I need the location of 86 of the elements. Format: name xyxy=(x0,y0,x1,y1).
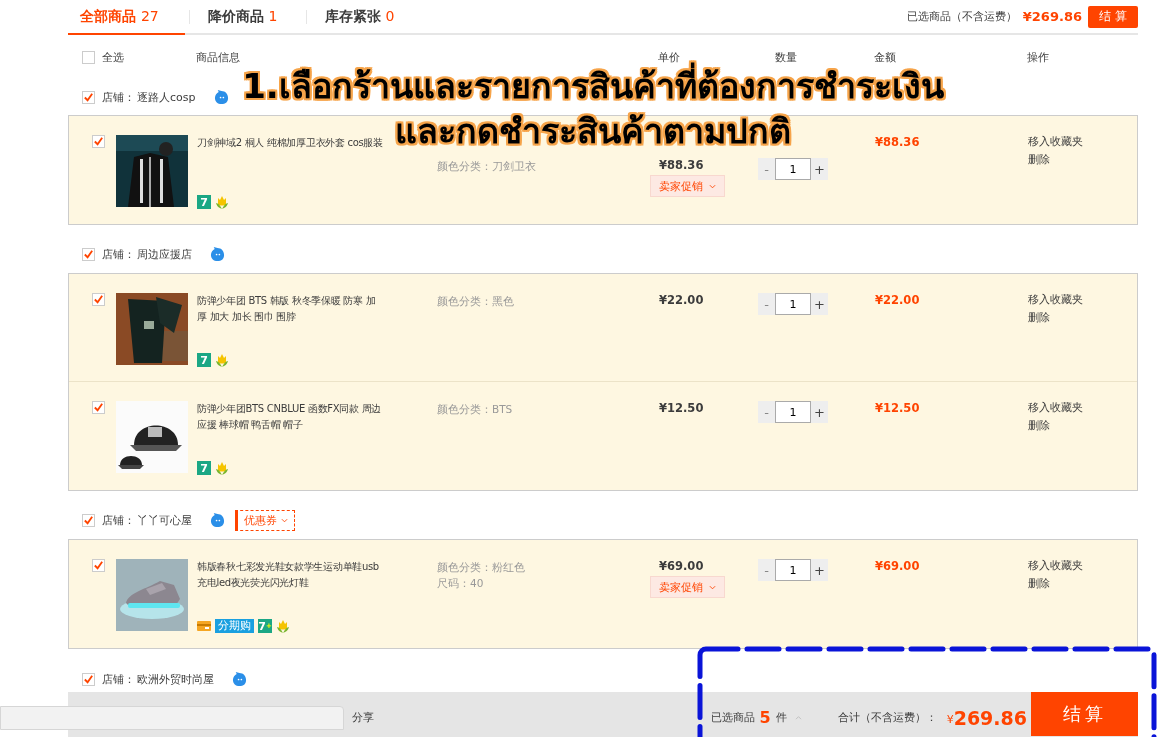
product-title-link[interactable]: 防弹少年团BTS CNBLUE 函数FX同款 周边应援 棒球帽 鸭舌帽 帽子 xyxy=(197,401,384,433)
item-action-link[interactable]: 删除 xyxy=(1028,311,1137,325)
product-title-link[interactable]: 韩版春秋七彩发光鞋女款学生运动单鞋usb充电led夜光荧光闪光灯鞋 xyxy=(197,559,384,591)
filter-tab[interactable]: 降价商品 1 xyxy=(189,0,302,35)
chat-bubble-icon[interactable] xyxy=(213,89,229,105)
total-label: 合计（不含运费）： xyxy=(837,710,937,725)
unit-price: ¥88.36 xyxy=(659,158,704,172)
increase-button[interactable]: + xyxy=(811,293,828,315)
caret-icon xyxy=(281,517,288,523)
item-subtotal: ¥88.36 xyxy=(875,135,920,149)
seven-day-return-badge: 7 xyxy=(197,353,211,367)
selected-count: 5 xyxy=(759,708,771,727)
item-subtotal: ¥12.50 xyxy=(875,401,920,415)
unit-price: ¥22.00 xyxy=(659,293,704,307)
item-action-link[interactable]: 移入收藏夹 xyxy=(1028,401,1137,415)
item-action-link[interactable]: 删除 xyxy=(1028,419,1137,433)
quantity-field[interactable]: 1 xyxy=(775,293,811,315)
product-option: 颜色分类：刀剑卫衣 xyxy=(437,158,659,174)
caret-icon xyxy=(709,584,716,590)
item-action-link[interactable]: 移入收藏夹 xyxy=(1028,135,1137,149)
flower-icon xyxy=(215,353,229,367)
column-header: 数量 xyxy=(775,50,797,64)
flower-icon xyxy=(215,195,229,209)
increase-button[interactable]: + xyxy=(811,158,828,180)
annotation-text: 1.เลือกร้านและรายการสินค้าที่ต้องการชำระเงิน xyxy=(242,64,944,109)
selected-count-unit: 件 xyxy=(775,710,787,725)
shop-name-link[interactable]: 丫丫可心屋 xyxy=(137,512,192,528)
item-action-link[interactable]: 删除 xyxy=(1028,577,1137,591)
item-action-link[interactable]: 删除 xyxy=(1028,153,1137,167)
seven-day-return-badge: 7$^{+}$ xyxy=(258,619,272,633)
filter-tab[interactable]: 库存紧张 0 xyxy=(306,0,415,35)
quantity-field[interactable]: 1 xyxy=(775,401,811,423)
column-header: 操作 xyxy=(1027,50,1049,65)
item-checkbox[interactable] xyxy=(92,559,105,572)
product-title-link[interactable]: 防弹少年团 BTS 韩版 秋冬季保暖 防寒 加厚 加大 加长 围巾 围脖 xyxy=(197,293,384,325)
bulk-action-link[interactable]: 分享 xyxy=(352,710,374,725)
product-title-link[interactable]: 刀剑神域2 桐人 纯棉加厚卫衣外套 cos服装 xyxy=(197,135,384,151)
flower-icon xyxy=(276,619,290,633)
shop-label: 店铺： xyxy=(102,89,135,105)
chat-bubble-icon[interactable] xyxy=(232,672,247,687)
quantity-field[interactable]: 1 xyxy=(775,158,811,180)
seven-day-return-badge: 7 xyxy=(197,195,211,209)
annotation-text: และกดชำระสินค้าตามปกติ xyxy=(395,110,791,153)
shop-checkbox[interactable] xyxy=(82,673,95,686)
item-subtotal: ¥69.00 xyxy=(875,559,920,573)
shop-name-link[interactable]: 逐路人cosp xyxy=(137,89,196,105)
increase-button[interactable]: + xyxy=(811,401,828,423)
column-header: 商品信息 xyxy=(196,50,240,65)
caret-icon xyxy=(709,183,716,189)
coupon-dropdown[interactable]: 优惠券 xyxy=(235,509,295,531)
selected-total: ¥269.86 xyxy=(1022,9,1082,24)
grand-total: 269.86 xyxy=(953,706,1027,729)
chat-bubble-icon[interactable] xyxy=(210,246,225,262)
installment-badge: 分期购 xyxy=(215,619,254,633)
column-header: 单价 xyxy=(658,50,680,64)
shop-name-link[interactable]: 欧洲外贸时尚屋 xyxy=(137,672,214,687)
product-option: 颜色分类：粉红色 xyxy=(437,559,659,575)
select-all-checkbox[interactable] xyxy=(82,50,95,64)
product-option: 颜色分类：黑色 xyxy=(437,293,659,309)
shop-label: 店铺： xyxy=(102,246,135,262)
item-subtotal: ¥22.00 xyxy=(875,293,920,307)
card-icon xyxy=(197,619,211,633)
item-checkbox[interactable] xyxy=(92,401,105,414)
selected-summary-label: 已选商品（不含运费） xyxy=(906,9,1017,24)
item-checkbox[interactable] xyxy=(92,135,105,148)
shop-checkbox[interactable] xyxy=(82,90,95,104)
select-all-label: 全选 xyxy=(102,49,125,65)
shop-checkbox[interactable] xyxy=(82,513,95,527)
increase-button[interactable]: + xyxy=(811,559,828,581)
unit-price: ¥69.00 xyxy=(659,559,704,573)
currency-sign: ¥ xyxy=(946,713,954,726)
unit-price: ¥12.50 xyxy=(659,401,704,415)
shop-name-link[interactable]: 周边应援店 xyxy=(137,246,192,262)
product-option: 颜色分类：BTS xyxy=(437,401,659,417)
shop-checkbox[interactable] xyxy=(82,247,95,261)
flower-icon xyxy=(215,461,229,475)
seven-day-return-badge: 7 xyxy=(197,461,211,475)
item-action-link[interactable]: 移入收藏夹 xyxy=(1028,559,1137,573)
column-header: 金额 xyxy=(874,50,896,64)
chat-bubble-icon[interactable] xyxy=(210,512,225,528)
item-action-link[interactable]: 移入收藏夹 xyxy=(1028,293,1137,307)
shop-label: 店铺： xyxy=(102,512,135,528)
quantity-field[interactable]: 1 xyxy=(775,559,811,581)
shop-label: 店铺： xyxy=(102,672,135,687)
item-checkbox[interactable] xyxy=(92,293,105,306)
selected-count-label: 已选商品 xyxy=(710,710,755,725)
